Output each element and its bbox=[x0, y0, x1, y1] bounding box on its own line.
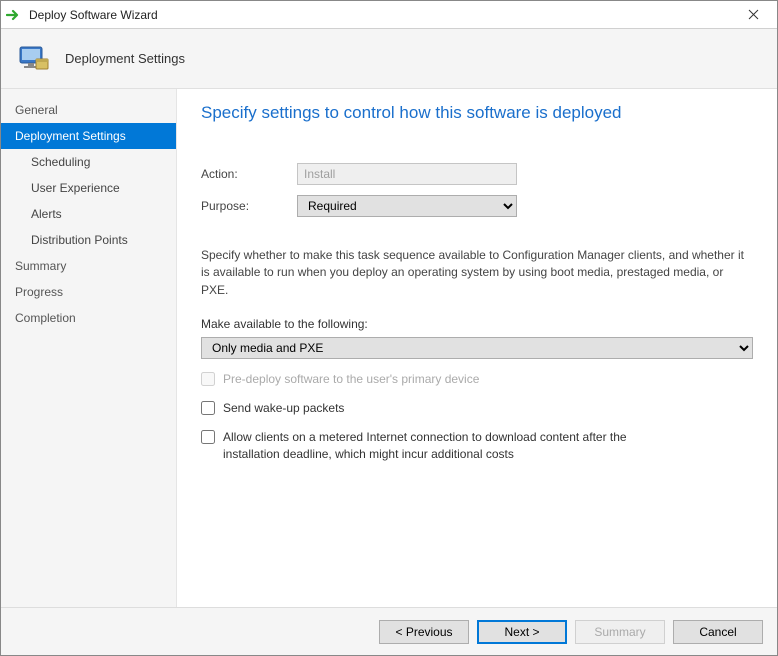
predeploy-label: Pre-deploy software to the user's primar… bbox=[223, 371, 479, 388]
wizard-arrow-icon bbox=[5, 6, 23, 24]
close-button[interactable] bbox=[733, 2, 773, 28]
sidebar-item-summary[interactable]: Summary bbox=[1, 253, 176, 279]
sidebar-item-user-experience[interactable]: User Experience bbox=[1, 175, 176, 201]
main-panel: Specify settings to control how this sof… bbox=[177, 89, 777, 607]
summary-button: Summary bbox=[575, 620, 665, 644]
wakeup-label: Send wake-up packets bbox=[223, 400, 344, 417]
action-select: Install bbox=[297, 163, 517, 185]
purpose-label: Purpose: bbox=[201, 199, 297, 213]
sidebar-item-completion[interactable]: Completion bbox=[1, 305, 176, 331]
deploy-icon bbox=[15, 40, 53, 78]
window-title: Deploy Software Wizard bbox=[29, 8, 733, 22]
metered-checkbox[interactable] bbox=[201, 430, 215, 444]
sidebar-item-deployment-settings[interactable]: Deployment Settings bbox=[1, 123, 176, 149]
metered-label: Allow clients on a metered Internet conn… bbox=[223, 429, 683, 463]
action-label: Action: bbox=[201, 167, 297, 181]
sidebar-item-general[interactable]: General bbox=[1, 97, 176, 123]
purpose-select[interactable]: Required bbox=[297, 195, 517, 217]
page-heading: Specify settings to control how this sof… bbox=[201, 103, 753, 123]
available-label: Make available to the following: bbox=[201, 317, 753, 331]
previous-button[interactable]: < Previous bbox=[379, 620, 469, 644]
titlebar: Deploy Software Wizard bbox=[1, 1, 777, 29]
next-button[interactable]: Next > bbox=[477, 620, 567, 644]
footer: < Previous Next > Summary Cancel bbox=[1, 607, 777, 655]
header-page-label: Deployment Settings bbox=[65, 51, 185, 66]
sidebar-item-scheduling[interactable]: Scheduling bbox=[1, 149, 176, 175]
sidebar-item-progress[interactable]: Progress bbox=[1, 279, 176, 305]
wakeup-checkbox[interactable] bbox=[201, 401, 215, 415]
sidebar-item-distribution-points[interactable]: Distribution Points bbox=[1, 227, 176, 253]
help-text: Specify whether to make this task sequen… bbox=[201, 247, 753, 299]
cancel-button[interactable]: Cancel bbox=[673, 620, 763, 644]
predeploy-checkbox bbox=[201, 372, 215, 386]
sidebar-item-alerts[interactable]: Alerts bbox=[1, 201, 176, 227]
available-select[interactable]: Only media and PXE bbox=[201, 337, 753, 359]
header: Deployment Settings bbox=[1, 29, 777, 89]
sidebar: General Deployment Settings Scheduling U… bbox=[1, 89, 177, 607]
